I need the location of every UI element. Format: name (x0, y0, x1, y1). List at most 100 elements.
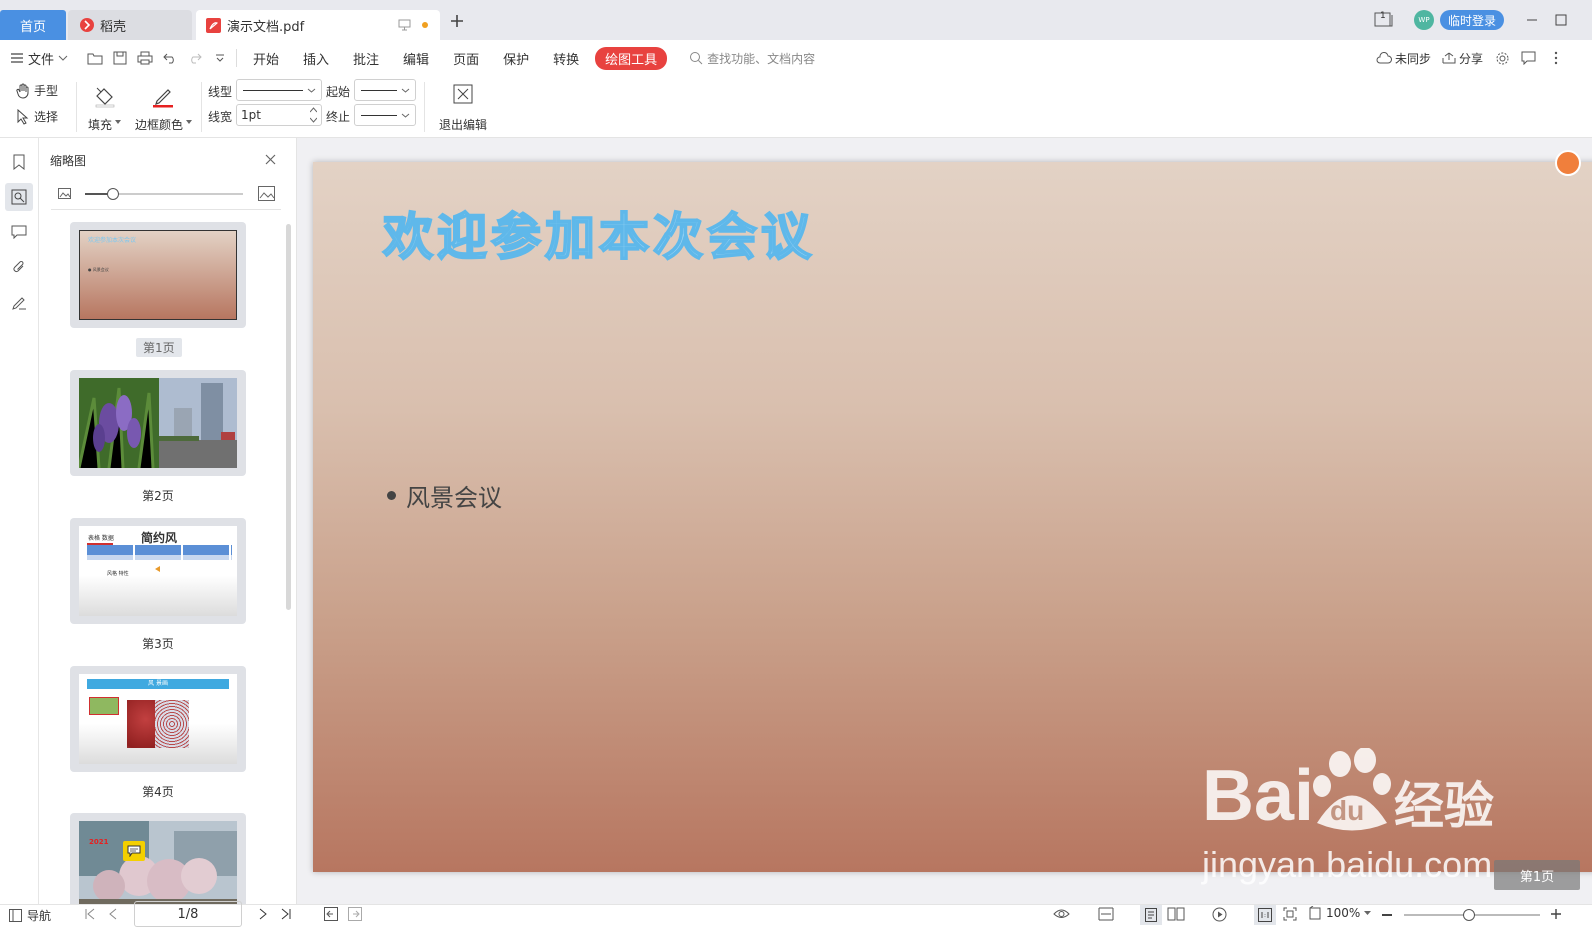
stepper-up-icon[interactable] (310, 107, 317, 113)
line-type-preview (243, 90, 303, 91)
line-type-select[interactable] (236, 79, 322, 101)
maximize-button[interactable] (1555, 10, 1567, 30)
signature-icon[interactable] (5, 288, 33, 316)
comment-bubble-icon[interactable] (123, 841, 145, 861)
large-image-icon[interactable] (258, 186, 275, 201)
slider-handle[interactable] (107, 188, 119, 200)
thumbnail-size-slider[interactable] (85, 188, 243, 200)
login-button[interactable]: 临时登录 (1440, 10, 1505, 30)
fit-page-icon[interactable] (1283, 907, 1297, 921)
thumbnail-page-1[interactable]: 欢迎参加本次会议 ● 风景会议 (70, 222, 246, 328)
avatar[interactable]: WP (1414, 10, 1434, 30)
zoom-slider-handle[interactable] (1463, 909, 1475, 921)
message-icon[interactable] (1516, 46, 1541, 70)
tab-document[interactable]: 演示文档.pdf (196, 10, 440, 40)
next-page-icon[interactable] (258, 908, 268, 920)
floating-assistant-icon[interactable] (1555, 150, 1581, 176)
double-page-view-icon[interactable] (1167, 907, 1185, 921)
small-image-icon[interactable] (58, 188, 71, 199)
tab-home[interactable]: 首页 (0, 10, 66, 40)
sync-status[interactable]: 未同步 (1376, 50, 1431, 67)
avatar-initials: WP (1414, 10, 1434, 30)
redo-icon[interactable] (182, 46, 207, 70)
select-tool-button[interactable]: 选择 (16, 108, 58, 125)
menu-item-drawing-tools[interactable]: 绘图工具 (595, 46, 668, 70)
page-number-input[interactable]: 1/8 (134, 901, 242, 927)
open-folder-icon[interactable] (82, 46, 107, 70)
print-icon[interactable] (132, 46, 157, 70)
exit-edit-button[interactable]: 退出编辑 (437, 82, 489, 132)
actual-size-icon[interactable] (1254, 905, 1276, 925)
back-view-icon[interactable] (324, 907, 338, 921)
menu-item-page[interactable]: 页面 (441, 49, 491, 68)
menu-item-annotate[interactable]: 批注 (341, 49, 391, 68)
document-canvas[interactable]: 欢迎参加本次会议 风景会议 Bai du 经验 jingyan.baidu.co… (297, 138, 1592, 904)
settings-gear-icon[interactable] (1490, 46, 1515, 70)
new-tab-button[interactable] (450, 14, 464, 28)
slide-bullet-item[interactable]: 风景会议 (387, 478, 502, 513)
single-page-view-icon[interactable] (1140, 905, 1162, 925)
thumb3-table-row (87, 555, 232, 560)
undo-icon[interactable] (157, 46, 182, 70)
first-page-icon[interactable] (84, 908, 96, 920)
thumbnail-page-4[interactable]: 风 景画 (70, 666, 246, 772)
prev-page-icon[interactable] (108, 908, 118, 920)
chevron-down-icon (307, 88, 316, 93)
tab-daoke[interactable]: 稻壳 (68, 10, 192, 40)
monitor-icon[interactable] (398, 19, 411, 31)
border-color-button[interactable]: 边框颜色 (135, 82, 195, 132)
menu-divider (236, 49, 237, 67)
bookmark-icon[interactable] (5, 148, 33, 176)
zoom-slider[interactable] (1404, 909, 1540, 921)
hand-tool-button[interactable]: 手型 (16, 82, 58, 99)
comment-icon[interactable] (5, 218, 33, 246)
menu-item-edit[interactable]: 编辑 (391, 49, 441, 68)
line-width-value: 1pt (241, 108, 261, 122)
fill-button[interactable]: 填充 (88, 82, 124, 132)
play-icon[interactable] (1212, 907, 1227, 922)
thumbnail-page-2[interactable] (70, 370, 246, 476)
eye-protection-icon[interactable] (1053, 907, 1070, 920)
zoom-in-icon[interactable] (1550, 908, 1562, 920)
more-vertical-icon[interactable] (1543, 46, 1568, 70)
thumb1-bullet: ● 风景会议 (88, 267, 109, 272)
thumb3-title: 简约风 (141, 531, 178, 545)
line-end-select[interactable] (354, 104, 416, 126)
thumbnail-panel: 缩略图 欢迎参加本次会议 ● 风景会议 第1页 第2页 表格 数据 简约风 风格… (39, 138, 297, 904)
slide-title[interactable]: 欢迎参加本次会议 (382, 197, 815, 269)
attachment-icon[interactable] (5, 253, 33, 281)
thumbnail-page-3[interactable]: 表格 数据 简约风 风格 特性 (70, 518, 246, 624)
menu-item-start[interactable]: 开始 (241, 49, 291, 68)
close-box-icon (453, 84, 473, 104)
file-menu[interactable]: 文件 (0, 49, 82, 68)
thumbnail-page-5[interactable]: 2021 (70, 813, 246, 904)
minimize-button[interactable] (1526, 10, 1538, 30)
thumb4-texture (155, 700, 189, 748)
thumbnail-label: 第1页 (136, 338, 182, 357)
ribbon-divider (424, 82, 425, 132)
line-start-select[interactable] (354, 79, 416, 101)
quick-access-chevron-icon[interactable] (207, 46, 232, 70)
zoom-select[interactable]: 100% (1308, 906, 1372, 920)
menu-item-convert[interactable]: 转换 (541, 49, 591, 68)
navigation-toggle[interactable]: 导航 (9, 907, 51, 924)
thumbnail-icon[interactable] (5, 183, 33, 211)
zoom-out-icon[interactable] (1382, 914, 1392, 916)
screen-switch-icon[interactable]: 1 (1374, 10, 1396, 30)
line-width-stepper[interactable]: 1pt (236, 104, 322, 126)
last-page-icon[interactable] (280, 908, 292, 920)
forward-view-icon[interactable] (348, 907, 362, 921)
search-placeholder: 查找功能、文档内容 (707, 51, 816, 66)
menu-item-protect[interactable]: 保护 (491, 49, 541, 68)
save-icon[interactable] (107, 46, 132, 70)
fit-width-icon[interactable] (1098, 907, 1114, 921)
stepper-down-icon[interactable] (310, 117, 317, 123)
start-label: 起始 (326, 85, 351, 99)
share-button[interactable]: 分享 (1442, 50, 1483, 67)
sync-label: 未同步 (1395, 51, 1432, 66)
close-panel-icon[interactable] (265, 154, 276, 165)
menu-item-insert[interactable]: 插入 (291, 49, 341, 68)
panel-scrollbar[interactable] (286, 224, 291, 610)
search-box[interactable]: 查找功能、文档内容 (689, 50, 815, 67)
search-icon (689, 51, 703, 65)
